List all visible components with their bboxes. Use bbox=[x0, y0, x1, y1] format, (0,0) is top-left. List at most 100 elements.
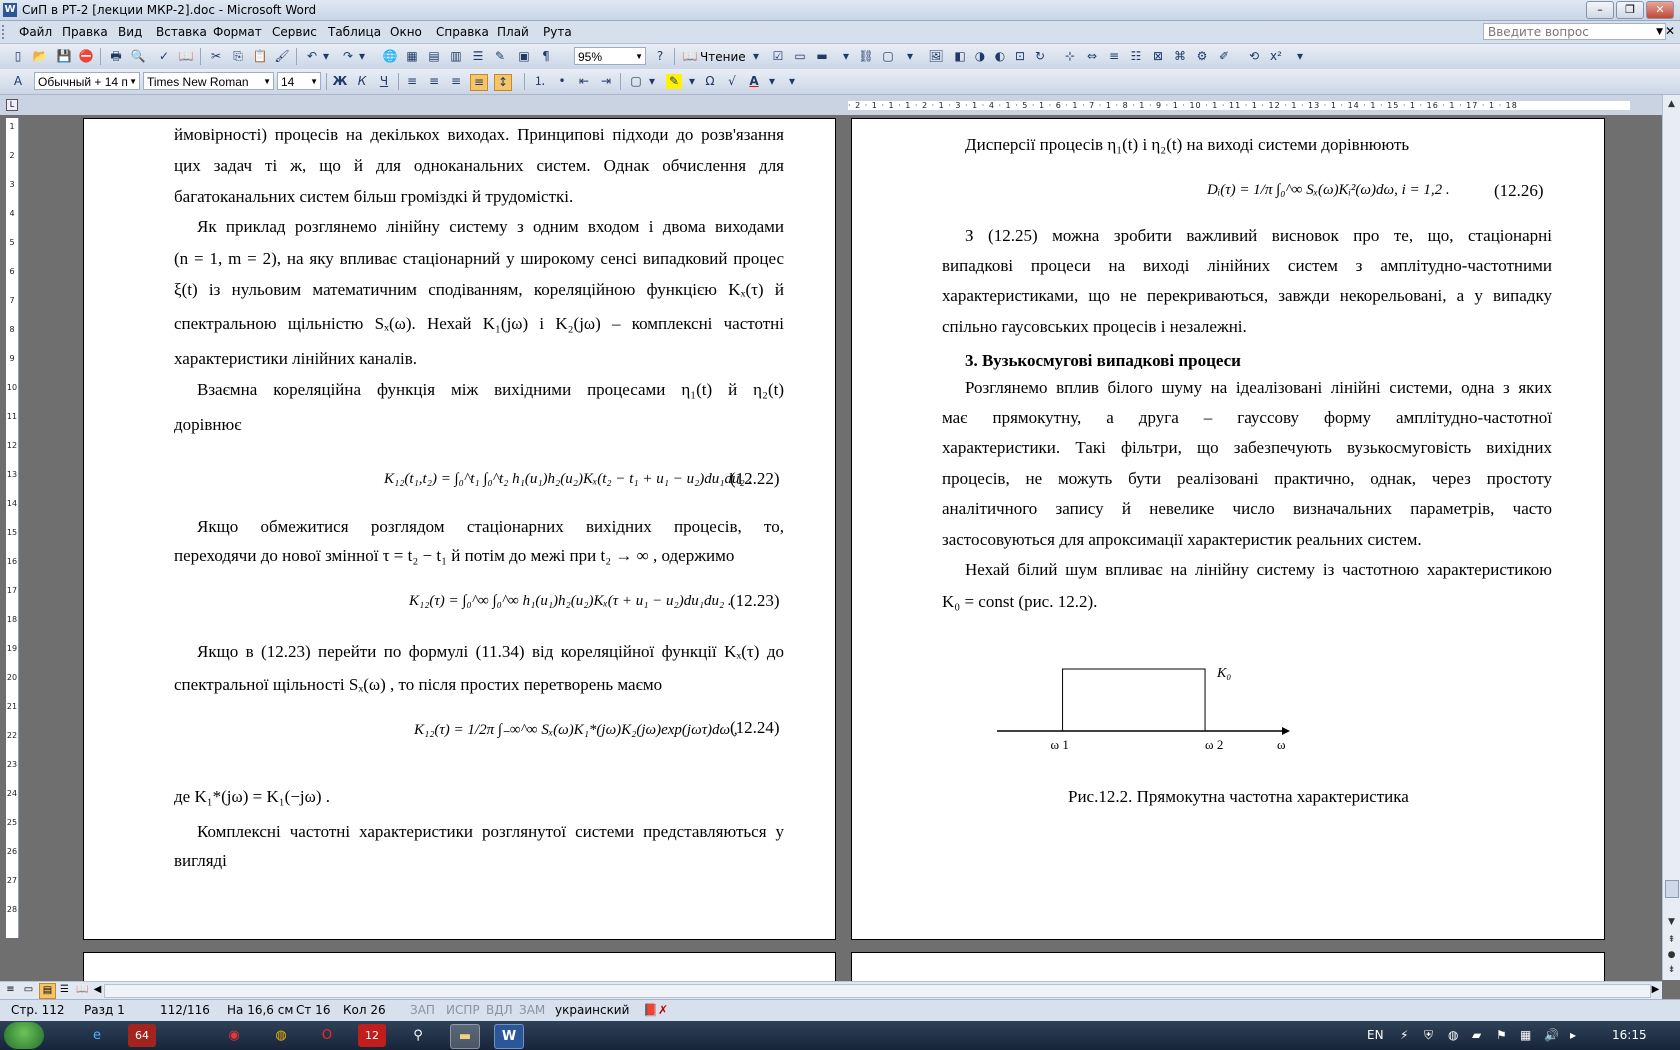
opera-icon[interactable]: O bbox=[313, 1024, 341, 1047]
bold-icon[interactable]: Ж bbox=[332, 74, 348, 89]
symbol-omega-icon[interactable]: Ω bbox=[702, 74, 718, 89]
superscript-icon[interactable]: x² bbox=[1268, 49, 1284, 64]
scroll-left-icon[interactable]: ◀ bbox=[90, 983, 105, 997]
highlight-dropdown-icon[interactable]: ▾ bbox=[684, 74, 700, 89]
new-document-icon[interactable]: ▯ bbox=[10, 49, 26, 64]
font-color-dropdown-icon[interactable]: ▾ bbox=[764, 74, 780, 89]
toolbar-options-icon-5[interactable]: ▾ bbox=[784, 74, 800, 89]
print-icon[interactable]: 🖶 bbox=[108, 49, 124, 64]
page-left[interactable]: ймовірності) процесів на декількох виход… bbox=[83, 118, 836, 940]
chevron-down-icon[interactable]: ▼ bbox=[1656, 24, 1663, 41]
numbering-icon[interactable]: ⒈ bbox=[532, 74, 548, 89]
outline-view-icon[interactable]: ☰ bbox=[57, 983, 72, 997]
insert-table-icon[interactable]: ▤ bbox=[426, 49, 442, 64]
toolbar-options-icon[interactable]: ▾ bbox=[748, 49, 764, 64]
align-right-icon[interactable]: ≡ bbox=[448, 74, 464, 89]
format-picture-icon[interactable]: ⚙ bbox=[1194, 49, 1210, 64]
picture-icon[interactable]: 🖼 bbox=[928, 49, 944, 64]
bullets-icon[interactable]: • bbox=[554, 74, 570, 89]
toolbar-grip[interactable] bbox=[2, 25, 8, 39]
restore-button[interactable]: ❐ bbox=[1616, 1, 1644, 19]
line-spacing-icon[interactable]: ↕ bbox=[494, 74, 512, 91]
chevron-down-icon[interactable]: ▼ bbox=[635, 48, 643, 66]
rotate-icon[interactable]: ↻ bbox=[1032, 49, 1048, 64]
menu-file[interactable]: Файл bbox=[19, 25, 52, 39]
toolbar-options-icon-3[interactable]: ▾ bbox=[902, 49, 918, 64]
show-hide-icon[interactable]: ¶ bbox=[538, 49, 554, 64]
toolbar-options-icon-4[interactable]: ▾ bbox=[1292, 49, 1308, 64]
previous-page-icon[interactable]: ⇞ bbox=[1664, 933, 1679, 948]
text-wrap-icon[interactable]: ⌘ bbox=[1172, 49, 1188, 64]
reading-button[interactable]: Чтение bbox=[700, 50, 746, 64]
menu-format[interactable]: Формат bbox=[213, 25, 262, 39]
tray-app-icon[interactable]: ⚡ bbox=[1400, 1028, 1408, 1042]
font-size-select[interactable]: 14 ▼ bbox=[277, 72, 321, 90]
next-page-left[interactable] bbox=[83, 952, 836, 982]
ie-icon[interactable]: e bbox=[83, 1024, 111, 1047]
undo-dropdown-icon[interactable]: ▾ bbox=[318, 49, 334, 64]
equation-icon[interactable]: √ bbox=[724, 74, 740, 89]
reading-icon[interactable]: 📖 bbox=[682, 49, 698, 64]
save-icon[interactable]: 💾 bbox=[56, 49, 72, 64]
tray-chrome-icon[interactable]: ◍ bbox=[1448, 1028, 1458, 1042]
align-left-icon[interactable]: ≡ bbox=[404, 74, 420, 89]
compress-icon[interactable]: ⊠ bbox=[1150, 49, 1166, 64]
app-12-icon[interactable]: 12 bbox=[358, 1024, 386, 1047]
scroll-up-icon[interactable]: ▲ bbox=[1664, 97, 1679, 112]
vertical-scrollbar[interactable]: ▲ ▼ ⇞ ● ⇟ bbox=[1662, 95, 1680, 980]
shape-icon[interactable]: ◧ bbox=[952, 49, 968, 64]
justify-icon[interactable]: ≡ bbox=[470, 74, 488, 91]
menu-view[interactable]: Вид bbox=[118, 25, 142, 39]
language-indicator[interactable]: EN bbox=[1367, 1028, 1384, 1042]
horizontal-scrollbar[interactable]: ≡ ▭ ▤ ☰ 📖 ◀ ▶ bbox=[0, 981, 1662, 999]
text-box-icon[interactable]: ▢ bbox=[880, 49, 896, 64]
research-icon[interactable]: 📖 bbox=[178, 49, 194, 64]
align-center-icon[interactable]: ≡ bbox=[426, 74, 442, 89]
close-document-icon[interactable]: ✕ bbox=[1665, 24, 1675, 38]
usb-icon[interactable]: ⚲ bbox=[404, 1024, 432, 1047]
status-track-changes[interactable]: ИСПР bbox=[446, 1003, 480, 1017]
cut-icon[interactable]: ✂ bbox=[208, 49, 224, 64]
tray-flag-icon[interactable]: ⚑ bbox=[1496, 1028, 1507, 1042]
borders-icon[interactable]: ▢ bbox=[628, 74, 644, 89]
tray-nvidia-icon[interactable]: ▰ bbox=[1472, 1028, 1481, 1042]
spelling-status-icon[interactable]: 📕✗ bbox=[643, 1003, 668, 1017]
minimize-button[interactable]: – bbox=[1586, 1, 1614, 19]
next-page-icon[interactable]: ⇟ bbox=[1664, 963, 1679, 978]
tray-arrow-icon[interactable]: ▸ bbox=[1570, 1028, 1576, 1042]
spelling-icon[interactable]: ✓ bbox=[156, 49, 172, 64]
columns-icon[interactable]: ☰ bbox=[470, 49, 486, 64]
redo-dropdown-icon[interactable]: ▾ bbox=[354, 49, 370, 64]
toolbar-options-icon-2[interactable]: ▾ bbox=[838, 49, 854, 64]
paste-icon[interactable]: 📋 bbox=[252, 49, 268, 64]
highlight-color-icon[interactable]: ✎ bbox=[666, 74, 682, 89]
contrast-icon[interactable]: ◑ bbox=[972, 49, 988, 64]
opera-red-icon[interactable]: ◉ bbox=[220, 1024, 248, 1047]
chevron-down-icon[interactable]: ▼ bbox=[129, 73, 137, 91]
hyperlink-icon[interactable]: 🌐 bbox=[382, 49, 398, 64]
zoom-select[interactable]: 95% ▼ bbox=[574, 47, 646, 65]
word-icon[interactable]: W bbox=[3, 3, 17, 17]
tray-volume-icon[interactable]: 🔊 bbox=[1544, 1028, 1559, 1042]
link-icon[interactable]: ⛓ bbox=[858, 49, 874, 64]
close-button[interactable]: ✕ bbox=[1646, 1, 1674, 19]
decrease-indent-icon[interactable]: ⇤ bbox=[576, 74, 592, 89]
page-right[interactable]: Дисперсії процесів η₁(t) і η₂(t) на вихо… bbox=[851, 118, 1605, 940]
status-overtype[interactable]: ЗАМ bbox=[519, 1003, 545, 1017]
print-layout-icon[interactable]: ▤ bbox=[39, 983, 56, 999]
styles-icon[interactable]: A bbox=[10, 74, 26, 89]
start-button[interactable] bbox=[4, 1022, 44, 1049]
tab-selector[interactable]: L bbox=[6, 99, 18, 111]
help-icon[interactable]: ? bbox=[652, 49, 668, 64]
italic-icon[interactable]: К bbox=[354, 74, 370, 89]
status-extend[interactable]: ВДЛ bbox=[486, 1003, 513, 1017]
menu-ruta[interactable]: Рута bbox=[543, 25, 572, 39]
distribute-icon[interactable]: ⇔ bbox=[1084, 49, 1100, 64]
menu-insert[interactable]: Вставка bbox=[156, 25, 207, 39]
drawing-icon[interactable]: ✎ bbox=[492, 49, 508, 64]
chevron-down-icon[interactable]: ▼ bbox=[310, 73, 318, 91]
scroll-track[interactable] bbox=[104, 984, 1651, 998]
tray-network-icon[interactable]: ▦ bbox=[1520, 1028, 1531, 1042]
insert-excel-icon[interactable]: ▥ bbox=[448, 49, 464, 64]
document-map-icon[interactable]: ▣ bbox=[516, 49, 532, 64]
